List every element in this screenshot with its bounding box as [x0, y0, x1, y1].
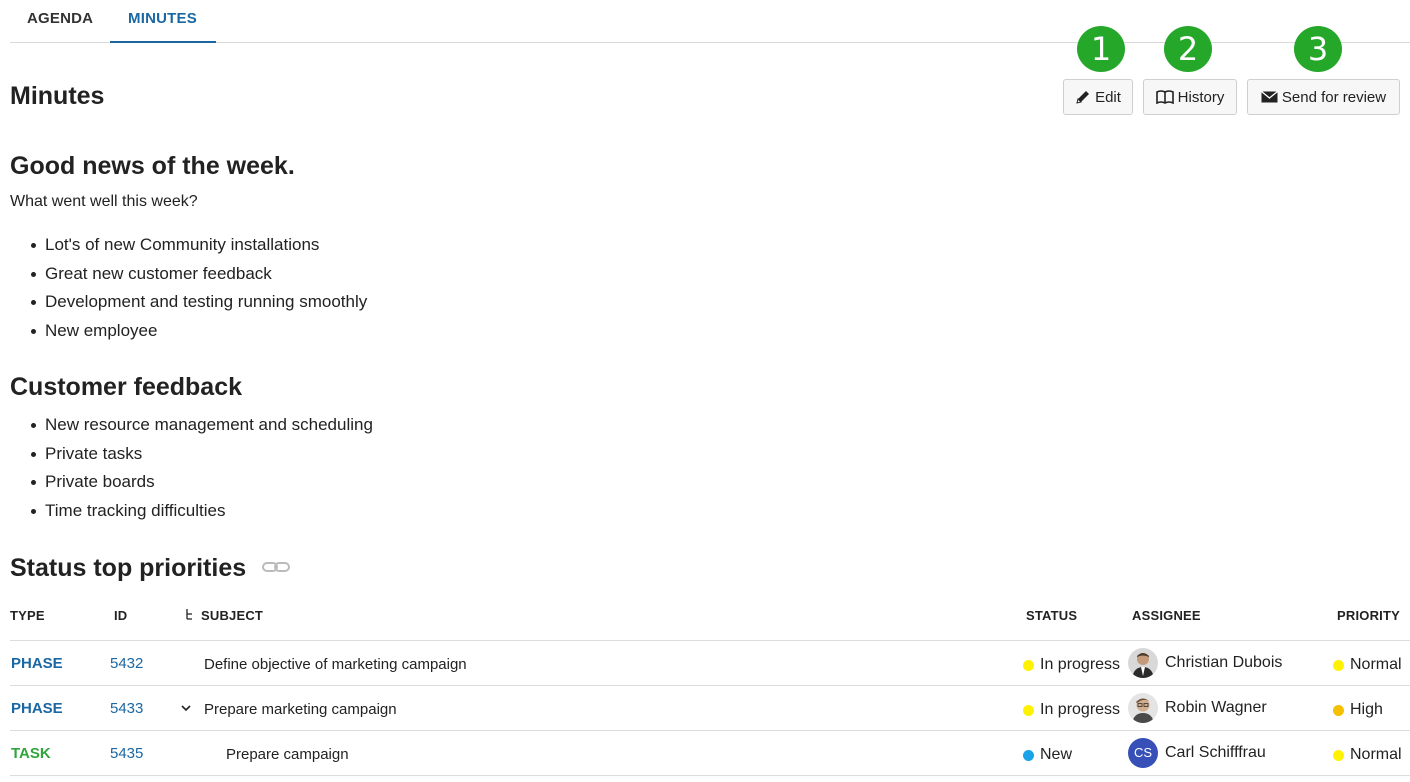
status-cell[interactable]: In progress: [1040, 701, 1120, 719]
list-item: Time tracking difficulties: [31, 497, 373, 526]
priority-dot: [1333, 660, 1344, 671]
pencil-icon: [1075, 89, 1091, 105]
priority-cell[interactable]: High: [1350, 701, 1383, 719]
edit-button-label: Edit: [1095, 88, 1121, 106]
book-icon: [1155, 90, 1174, 104]
subject-cell[interactable]: Prepare campaign: [226, 746, 349, 763]
good-news-list: Lot's of new Community installations Gre…: [30, 231, 367, 346]
status-dot: [1023, 705, 1034, 716]
priority-dot: [1333, 750, 1344, 761]
priority-cell[interactable]: Normal: [1350, 656, 1402, 674]
tab-minutes[interactable]: MINUTES: [128, 10, 197, 27]
section-heading-good-news: Good news of the week.: [10, 152, 295, 180]
priority-cell[interactable]: Normal: [1350, 746, 1402, 764]
list-item: Lot's of new Community installations: [30, 231, 367, 260]
avatar: [1128, 693, 1158, 723]
table-row[interactable]: TASK 5435 Prepare campaign New CS Carl S…: [10, 731, 1410, 776]
edit-button[interactable]: Edit: [1063, 79, 1133, 115]
column-header-status[interactable]: STATUS: [1026, 608, 1077, 623]
section-intro: What went well this week?: [10, 193, 198, 210]
assignee-cell[interactable]: Carl Schifffrau: [1165, 744, 1266, 762]
status-dot: [1023, 660, 1034, 671]
section-heading-customer-feedback: Customer feedback: [10, 373, 243, 401]
list-item: New resource management and scheduling: [31, 411, 373, 440]
priority-dot: [1333, 705, 1344, 716]
customer-feedback-list: New resource management and scheduling P…: [31, 411, 373, 526]
avatar: CS: [1128, 738, 1158, 768]
send-for-review-button[interactable]: Send for review: [1247, 79, 1400, 115]
type-cell: PHASE: [11, 700, 63, 717]
step-badge-3: 3: [1294, 26, 1342, 72]
column-header-subject[interactable]: SUBJECT: [201, 608, 263, 623]
status-cell[interactable]: New: [1040, 746, 1072, 764]
active-tab-indicator: [110, 41, 216, 43]
status-dot: [1023, 750, 1034, 761]
list-item: New employee: [30, 317, 367, 346]
step-badge-2: 2: [1164, 26, 1212, 72]
list-item: Private tasks: [31, 440, 373, 469]
subject-cell[interactable]: Prepare marketing campaign: [204, 701, 397, 718]
history-button[interactable]: History: [1143, 79, 1237, 115]
list-item: Great new customer feedback: [30, 260, 367, 289]
history-button-label: History: [1177, 88, 1225, 106]
link-icon[interactable]: [262, 560, 292, 579]
column-header-id[interactable]: ID: [114, 608, 127, 623]
page-title: Minutes: [10, 82, 105, 110]
section-heading-status-top-priorities: Status top priorities: [10, 554, 247, 582]
id-link[interactable]: 5432: [110, 655, 143, 672]
status-cell[interactable]: In progress: [1040, 656, 1120, 674]
hierarchy-icon[interactable]: [185, 608, 195, 625]
column-header-assignee[interactable]: ASSIGNEE: [1132, 608, 1201, 623]
assignee-cell[interactable]: Robin Wagner: [1165, 699, 1267, 717]
send-for-review-label: Send for review: [1281, 88, 1387, 106]
column-header-priority[interactable]: PRIORITY: [1337, 608, 1400, 623]
table-row[interactable]: PHASE 5432 Define objective of marketing…: [10, 641, 1410, 686]
chevron-down-icon[interactable]: [180, 701, 192, 719]
id-link[interactable]: 5435: [110, 745, 143, 762]
tab-agenda[interactable]: AGENDA: [27, 10, 93, 27]
table-row[interactable]: PHASE 5433 Prepare marketing campaign In…: [10, 686, 1410, 731]
type-cell: PHASE: [11, 655, 63, 672]
type-cell: TASK: [11, 745, 51, 762]
step-badge-1: 1: [1077, 26, 1125, 72]
envelope-icon: [1260, 91, 1278, 103]
column-header-type[interactable]: TYPE: [10, 608, 45, 623]
assignee-cell[interactable]: Christian Dubois: [1165, 654, 1282, 672]
id-link[interactable]: 5433: [110, 700, 143, 717]
list-item: Development and testing running smoothly: [30, 288, 367, 317]
subject-cell[interactable]: Define objective of marketing campaign: [204, 656, 467, 673]
list-item: Private boards: [31, 468, 373, 497]
avatar: [1128, 648, 1158, 678]
